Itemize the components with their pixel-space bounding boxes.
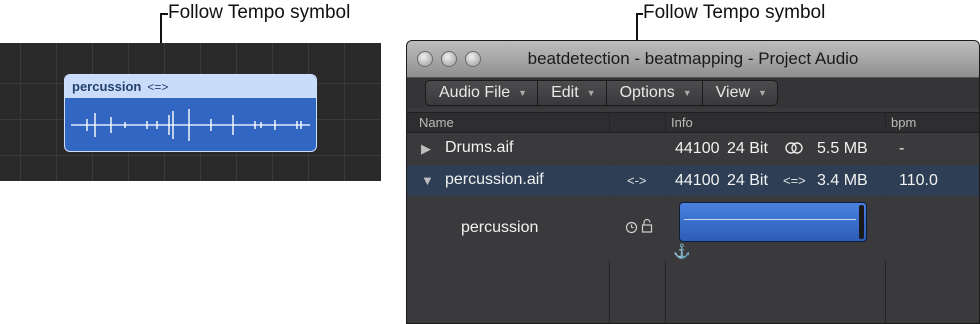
title-bar[interactable]: beatdetection - beatmapping - Project Au…: [407, 41, 979, 78]
disclosure-triangle[interactable]: ▼: [421, 173, 434, 188]
file-name: Drums.aif: [445, 139, 514, 156]
local-menu-bar: Audio File ▼ Edit ▼ Options ▼ View ▼: [425, 80, 778, 106]
chevron-down-icon: ▼: [682, 88, 692, 98]
table-row-percussion-aif[interactable]: ▼ percussion.aif <-> 44100 24 Bit <=> 3.…: [407, 165, 979, 196]
region-name: percussion: [72, 79, 142, 94]
table-row-drums[interactable]: ▶ Drums.aif 44100 24 Bit 5.5 MB -: [407, 133, 979, 164]
clock-icon: [625, 221, 638, 239]
region-header: percussion <=>: [65, 75, 316, 98]
callout-label-right: Follow Tempo symbol: [643, 2, 826, 23]
menu-toolbar: Audio File ▼ Edit ▼ Options ▼ View ▼: [407, 78, 979, 108]
column-bpm[interactable]: bpm: [891, 115, 916, 130]
callout-label-left: Follow Tempo symbol: [168, 2, 351, 23]
bpm-value: 110.0: [899, 172, 938, 189]
menu-audio-file[interactable]: Audio File ▼: [426, 81, 539, 105]
file-size: 3.4 MB: [817, 172, 868, 189]
file-name: percussion.aif: [445, 171, 544, 188]
lock-icon: [641, 218, 653, 239]
region-waveform: [71, 109, 310, 141]
chevron-down-icon: ▼: [518, 88, 528, 98]
audio-clip[interactable]: [679, 202, 867, 242]
stereo-icon: [784, 141, 804, 160]
bit-depth: 24 Bit: [727, 172, 768, 189]
bpm-value: -: [899, 140, 905, 157]
window-title: beatdetection - beatmapping - Project Au…: [527, 49, 859, 68]
region-name: percussion: [461, 219, 539, 236]
audio-region-percussion[interactable]: percussion <=>: [64, 74, 317, 152]
disclosure-triangle[interactable]: ▶: [421, 141, 431, 157]
menu-view[interactable]: View ▼: [703, 81, 777, 105]
chevron-down-icon: ▼: [758, 88, 767, 98]
menu-edit[interactable]: Edit ▼: [538, 81, 607, 105]
sample-rate: 44100: [675, 140, 720, 157]
follow-tempo-icon: <->: [627, 173, 647, 188]
file-size: 5.5 MB: [817, 140, 868, 157]
tracks-area[interactable]: percussion <=>: [0, 43, 381, 181]
project-audio-window: beatdetection - beatmapping - Project Au…: [406, 40, 980, 324]
column-name[interactable]: Name: [419, 115, 454, 130]
anchor-icon[interactable]: ⚓: [673, 243, 690, 260]
column-info[interactable]: Info: [671, 115, 693, 130]
menu-options[interactable]: Options ▼: [607, 81, 703, 105]
follow-tempo-icon: <=>: [147, 79, 169, 94]
bit-depth: 24 Bit: [727, 140, 768, 157]
column-header: Name Info bpm: [407, 112, 979, 133]
sample-rate: 44100: [675, 172, 720, 189]
follow-tempo-info-icon: <=>: [783, 173, 806, 188]
chevron-down-icon: ▼: [586, 88, 596, 98]
